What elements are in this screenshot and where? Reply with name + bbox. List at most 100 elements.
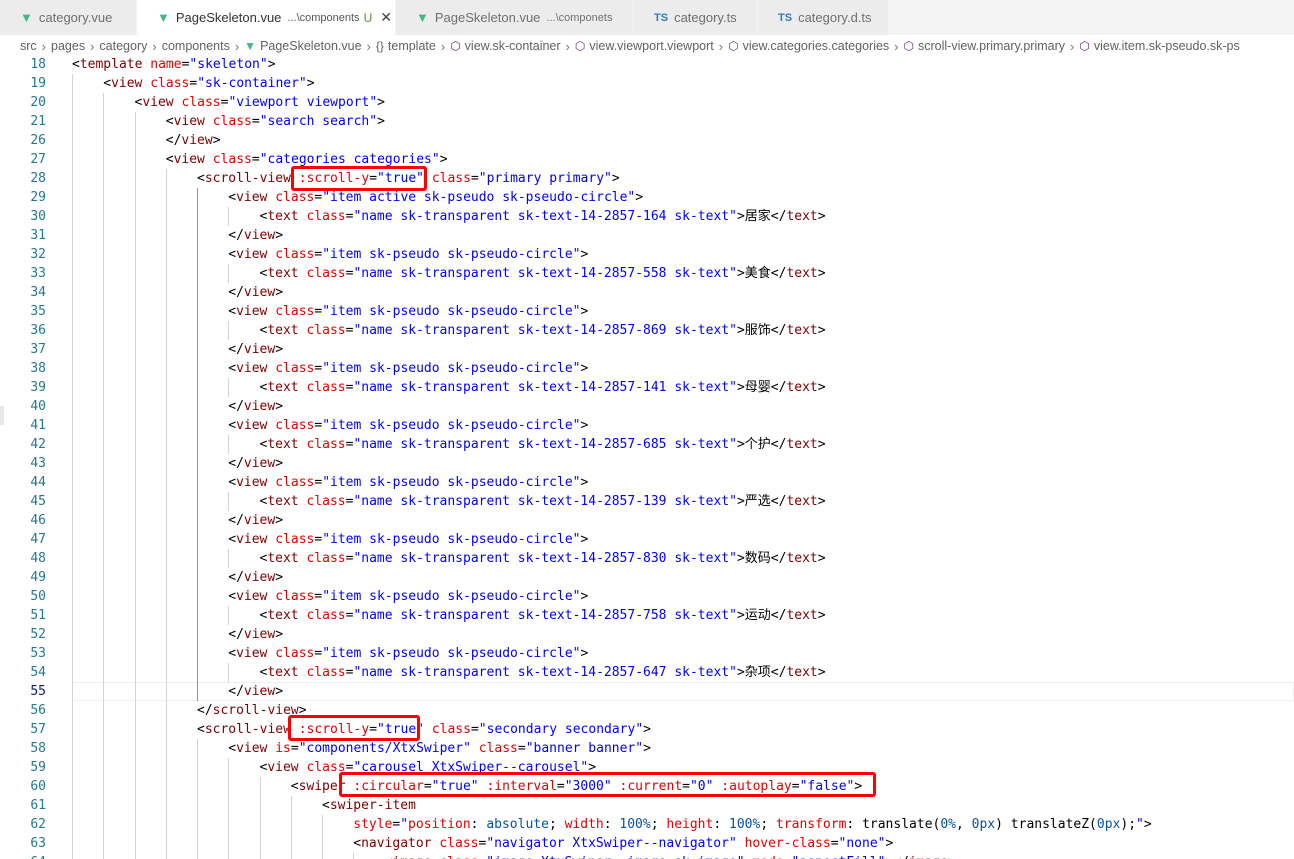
code-line[interactable]: 39 <text class="name sk-transparent sk-te… <box>0 378 1294 397</box>
code-line[interactable]: 43 </view> <box>0 454 1294 473</box>
code-editor[interactable]: 18 <template name="skeleton"> 19 <view clas… <box>0 57 1294 859</box>
code-line[interactable]: 45 <text class="name sk-transparent sk-te… <box>0 492 1294 511</box>
tab-1[interactable]: ▼ PageSkeleton.vue ...\components U ✕ <box>137 0 396 35</box>
token-str: "image XtxSwiper--image sk-image" <box>486 855 744 859</box>
token-cssval: 0% <box>940 817 956 832</box>
token-p: > <box>275 456 284 471</box>
code-line[interactable]: 51 <text class="name sk-transparent sk-te… <box>0 606 1294 625</box>
indent-guide <box>72 340 73 359</box>
code-text: <view class="item sk-pseudo sk-pseudo-ci… <box>228 245 588 264</box>
token-p: </ <box>770 209 787 224</box>
token-attr: class <box>306 665 346 680</box>
code-line[interactable]: 55 </view> <box>0 682 1294 701</box>
code-line[interactable]: 63 <navigator class = "navigator XtxSwiper-… <box>0 834 1294 853</box>
code-line[interactable]: 19 <view class="sk-container"> <box>0 74 1294 93</box>
indent-guide <box>103 112 105 131</box>
token-tag: view <box>173 114 205 129</box>
token-p: > <box>817 551 826 566</box>
code-line[interactable]: 50 <view class="item sk-pseudo sk-pseudo-… <box>0 587 1294 606</box>
breadcrumb-item[interactable]: src <box>20 39 37 53</box>
code-line[interactable]: 46 </view> <box>0 511 1294 530</box>
code-line[interactable]: 33 <text class="name sk-transparent sk-te… <box>0 264 1294 283</box>
breadcrumb-item[interactable]: components <box>162 39 230 53</box>
indent-guide <box>197 245 198 264</box>
indent-guide <box>103 625 105 644</box>
indent-guide <box>134 758 136 777</box>
code-line[interactable]: 44 <view class="item sk-pseudo sk-pseudo-… <box>0 473 1294 492</box>
code-line[interactable]: 61 <swiper-item <box>0 796 1294 815</box>
code-line[interactable]: 41 <view class="item sk-pseudo sk-pseudo-… <box>0 416 1294 435</box>
token-attr: class <box>306 551 346 566</box>
tab-3[interactable]: TS category.ts <box>634 0 758 35</box>
code-line[interactable]: 40 </view> <box>0 397 1294 416</box>
line-number: 28 <box>30 171 46 186</box>
code-line[interactable]: 18 <template name="skeleton"> <box>0 57 1294 74</box>
code-line[interactable]: 53 <view class="item sk-pseudo sk-pseudo-… <box>0 644 1294 663</box>
code-line[interactable]: 49 </view> <box>0 568 1294 587</box>
close-icon[interactable]: ✕ <box>380 9 392 26</box>
token-tag: view <box>142 95 174 110</box>
code-line[interactable]: 26 </view> <box>0 131 1294 150</box>
token-str: "banner banner" <box>525 741 644 756</box>
breadcrumb-item[interactable]: ⬡ view.sk-container <box>450 39 560 53</box>
code-line[interactable]: 28 <scroll-view :scroll-y="true" class="p… <box>0 169 1294 188</box>
code-line[interactable]: 30 <text class="name sk-transparent sk-te… <box>0 207 1294 226</box>
code-line[interactable]: 52 </view> <box>0 625 1294 644</box>
line-number: 43 <box>30 456 46 471</box>
code-text: <text class="name sk-transparent sk-text… <box>260 435 826 454</box>
indent-guide <box>165 416 167 435</box>
token-p: </ <box>165 133 182 148</box>
breadcrumb-item[interactable]: pages <box>51 39 85 53</box>
code-line[interactable]: 35 <view class="item sk-pseudo sk-pseudo-… <box>0 302 1294 321</box>
line-number: 37 <box>30 342 46 357</box>
breadcrumb-item[interactable]: {} template <box>376 39 436 53</box>
breadcrumb-item[interactable]: category <box>99 39 147 53</box>
code-line[interactable]: 27 <view class="categories categories"> <box>0 150 1294 169</box>
indent-guide <box>197 226 198 245</box>
token-str: "item sk-pseudo sk-pseudo-circle" <box>322 247 581 262</box>
breadcrumb-item[interactable]: ⬡ view.viewport.viewport <box>575 39 714 53</box>
code-line[interactable]: 56 </scroll-view> <box>0 701 1294 720</box>
code-line[interactable]: 34 </view> <box>0 283 1294 302</box>
indent-guide <box>72 264 73 283</box>
token-p: </ <box>228 399 244 414</box>
code-line[interactable]: 38 <view class="item sk-pseudo sk-pseudo-… <box>0 359 1294 378</box>
indent-guide <box>134 739 136 758</box>
line-number: 18 <box>30 57 46 72</box>
tab-0[interactable]: ▼ category.vue <box>0 0 137 35</box>
line-number: 39 <box>30 380 46 395</box>
code-line[interactable]: 64<image class="image XtxSwiper--image s… <box>0 853 1294 859</box>
token-tag: image <box>909 855 948 859</box>
indent-guide <box>103 302 105 321</box>
code-line[interactable]: 42 <text class="name sk-transparent sk-te… <box>0 435 1294 454</box>
code-line[interactable]: 37 </view> <box>0 340 1294 359</box>
code-line[interactable]: 57 <scroll-view :scroll-y="true" class="s… <box>0 720 1294 739</box>
breadcrumb-item[interactable]: ⬡ view.item.sk-pseudo.sk-ps <box>1079 39 1239 53</box>
token-attr: class <box>275 361 315 376</box>
line-number: 60 <box>30 779 46 794</box>
code-line[interactable]: 29 <view class="item active sk-pseudo sk-… <box>0 188 1294 207</box>
code-line[interactable]: 36 <text class="name sk-transparent sk-te… <box>0 321 1294 340</box>
code-text: <image class="image XtxSwiper--image sk-… <box>385 853 956 859</box>
tab-2[interactable]: ▼ PageSkeleton.vue ...\componets <box>396 0 634 35</box>
tab-4[interactable]: TS category.d.ts <box>758 0 889 35</box>
code-line[interactable]: 48 <text class="name sk-transparent sk-te… <box>0 549 1294 568</box>
code-line[interactable]: 62 style="position: absolute; width: 100%… <box>0 815 1294 834</box>
code-line[interactable]: 58 <view is="components/XtxSwiper" class=… <box>0 739 1294 758</box>
code-line[interactable]: 20 <view class="viewport viewport"> <box>0 93 1294 112</box>
indent-guide <box>134 853 136 859</box>
token-str: " <box>1136 817 1144 832</box>
breadcrumb-item[interactable]: ⬡ view.categories.categories <box>728 39 889 53</box>
code-line[interactable]: 21 <view class="search search"> <box>0 112 1294 131</box>
code-line[interactable]: 47 <view class="item sk-pseudo sk-pseudo-… <box>0 530 1294 549</box>
token-cssprop: width <box>564 817 604 832</box>
indent-guide <box>134 625 136 644</box>
code-line[interactable]: 54 <text class="name sk-transparent sk-te… <box>0 663 1294 682</box>
code-line[interactable]: 31 </view> <box>0 226 1294 245</box>
code-line[interactable]: 32 <view class="item sk-pseudo sk-pseudo-… <box>0 245 1294 264</box>
token-tag: text <box>267 323 299 338</box>
indent-guide <box>72 682 73 701</box>
breadcrumb-item[interactable]: ▼ PageSkeleton.vue <box>244 39 361 53</box>
breadcrumb-item[interactable]: ⬡ scroll-view.primary.primary <box>904 39 1066 53</box>
indent-guide <box>72 720 73 739</box>
